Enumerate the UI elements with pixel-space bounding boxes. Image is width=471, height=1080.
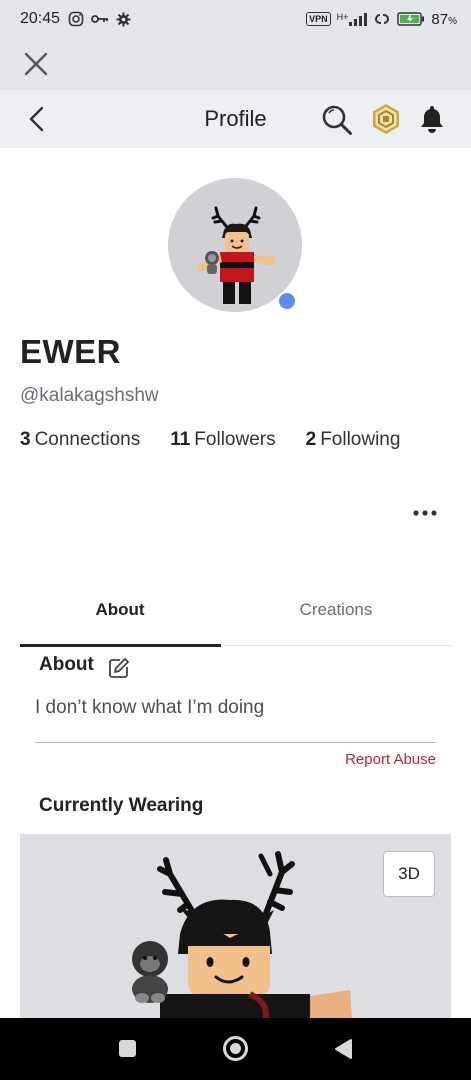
- edit-icon[interactable]: [108, 657, 130, 679]
- divider: [35, 742, 436, 743]
- recent-apps-icon[interactable]: [119, 1040, 136, 1057]
- username: @kalakagshshw: [20, 385, 159, 406]
- close-icon[interactable]: [22, 50, 50, 78]
- active-tab-indicator: [20, 644, 221, 647]
- header-bar: Profile: [0, 90, 471, 148]
- network-indicator: H+: [337, 12, 368, 26]
- profile-stats: 3 Connections 11 Followers 2 Following: [20, 429, 400, 451]
- vpn-badge: VPN: [306, 12, 331, 26]
- battery-icon: [397, 12, 425, 26]
- status-bar: 20:45 VPN H+ 87%: [0, 0, 471, 38]
- notification-bell-icon[interactable]: [417, 103, 447, 135]
- signal-icon: [349, 12, 368, 26]
- gear-icon: [116, 12, 131, 26]
- report-abuse-link[interactable]: Report Abuse: [345, 751, 436, 768]
- about-heading: About: [39, 654, 94, 675]
- search-icon[interactable]: [320, 103, 354, 137]
- instagram-icon: [68, 11, 84, 27]
- battery-percent: 87%: [431, 10, 457, 28]
- more-options-icon[interactable]: [411, 503, 439, 523]
- close-bar: [0, 38, 471, 90]
- link-icon: [375, 14, 390, 24]
- system-back-icon[interactable]: [333, 1038, 353, 1060]
- profile-tabs: About Creations: [20, 590, 451, 647]
- robux-icon[interactable]: [369, 102, 403, 136]
- view-3d-button[interactable]: 3D: [383, 851, 435, 897]
- key-icon: [91, 15, 109, 23]
- display-name: EWER: [20, 333, 121, 370]
- status-time: 20:45: [20, 10, 61, 27]
- tab-about[interactable]: About: [20, 600, 220, 620]
- stat-following[interactable]: 2 Following: [306, 429, 401, 451]
- about-description: I don’t know what I’m doing: [35, 697, 265, 718]
- online-status-dot: [277, 291, 297, 311]
- currently-wearing-heading: Currently Wearing: [39, 795, 204, 816]
- stat-followers[interactable]: 11 Followers: [170, 429, 275, 451]
- home-icon[interactable]: [223, 1036, 248, 1061]
- stat-connections[interactable]: 3 Connections: [20, 429, 140, 451]
- tab-creations[interactable]: Creations: [236, 600, 436, 620]
